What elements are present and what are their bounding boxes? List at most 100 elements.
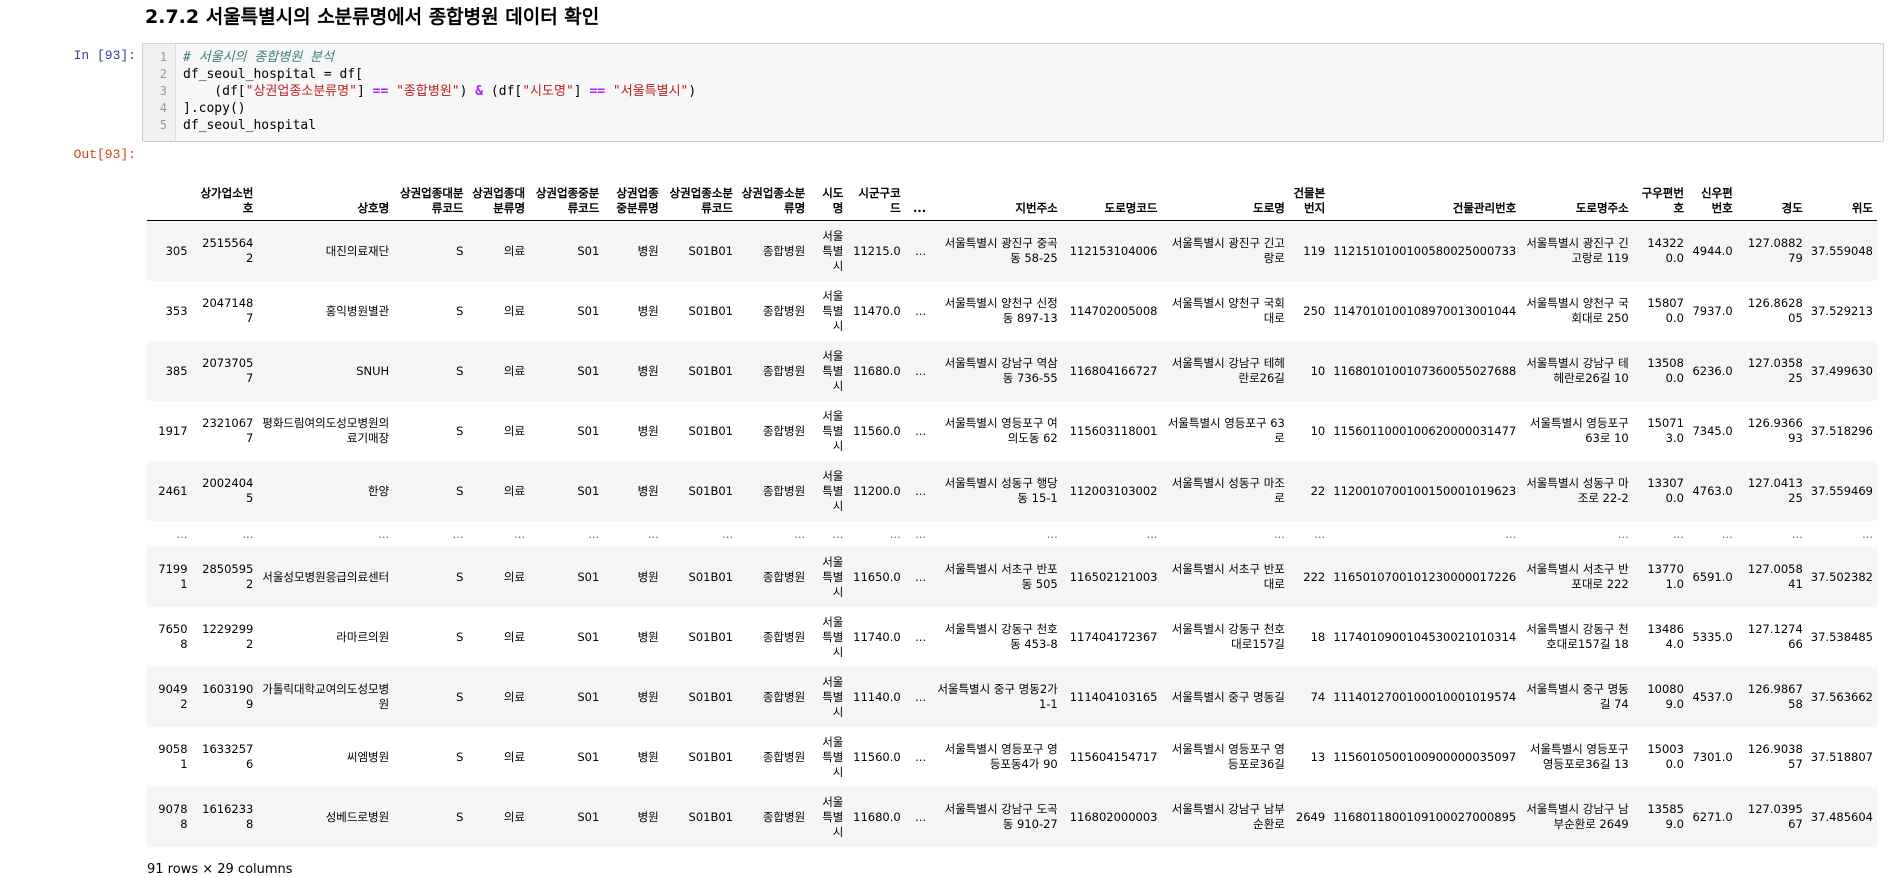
table-cell: ... [915,749,927,764]
table-cell: 18 [1310,629,1326,644]
table-cell: 126.986758 [1736,667,1807,727]
table-cell: S01B01 [688,423,734,438]
column-header: 구우편번호 [1632,160,1688,221]
table-cell: ... [930,521,1062,547]
table-cell: 11650.0 [847,547,905,607]
table-cell: S [393,461,468,521]
line-number: 5 [159,118,167,132]
column-header: 건물관리번호 [1329,160,1521,221]
table-cell: ... [847,521,905,547]
table-cell: 20737057 [191,341,258,401]
table-cell: ... [904,547,931,607]
table-cell: ... [1687,521,1737,547]
code-line[interactable]: (df["상권업종소분류명"] == "종합병원") & (df["시도명"] … [183,83,696,100]
row-index: 90788 [147,787,192,847]
table-cell: 1114012700100010001019574 [1329,667,1521,727]
table-cell: 성베드로병원 [257,787,394,847]
table-cell: 종합병원 [762,423,806,438]
table-cell: 11560.0 [853,749,901,764]
table-cell: 서울특별시 성동구 행당동 15-1 [930,461,1062,521]
table-cell: 4537.0 [1687,667,1737,727]
table-cell: 37.485604 [1806,787,1877,847]
table-cell: 서울특별시 영등포구 63로 [1167,416,1285,445]
table-cell: 137701.0 [1632,547,1688,607]
table-cell: ... [1061,521,1162,547]
row-index: 2461 [147,461,192,521]
row-index: 1917 [158,423,188,438]
table-cell: 서울특별시 중구 명동길 [1161,667,1289,727]
table-cell: S01B01 [688,629,734,644]
table-cell: 서울특별시 [809,787,848,847]
table-cell: S01 [529,220,604,281]
table-cell: 126.936693 [1747,416,1803,445]
code-line[interactable]: ].copy() [183,100,696,117]
table-cell: 127.005841 [1736,547,1807,607]
table-cell: 서울특별시 강동구 천호동 453-8 [944,622,1058,651]
table-cell: 종합병원 [737,341,810,401]
code-line[interactable]: df_seoul_hospital [183,117,696,134]
table-cell: S01 [577,629,600,644]
table-cell: ... [529,521,604,547]
table-cell: S [393,667,468,727]
table-cell: ... [1288,521,1330,547]
table-cell: 143220.0 [1632,220,1688,281]
table-cell: S [456,629,464,644]
table-cell: 127.039567 [1736,787,1807,847]
table-cell: 150030.0 [1647,742,1684,771]
table-cell: SNUH [257,341,394,401]
table-cell: 37.518807 [1810,749,1873,764]
table-cell: ... [915,629,927,644]
table-cell: ... [1736,521,1807,547]
table-cell: 37.502382 [1806,547,1877,607]
table-cell: ... [257,521,394,547]
table-cell: 병원 [637,629,659,644]
table-cell: 대진의료재단 [257,220,394,281]
column-header: 상가업소번호 [191,160,258,221]
table-cell: ... [662,521,738,547]
table-cell: S01 [529,461,604,521]
table-cell: 의료 [503,749,526,764]
table-cell: 37.529213 [1810,303,1873,318]
table-cell: 의료 [503,423,526,438]
code-line[interactable]: # 서울시의 종합병원 분석 [183,49,696,66]
table-cell: 서울특별시 광진구 긴고랑로 [1161,220,1289,281]
table-cell: 37.499630 [1806,341,1877,401]
table-cell: 서울특별시 [809,667,848,727]
table-cell: 씨엠병원 [346,749,390,764]
code-line[interactable]: df_seoul_hospital = df[ [183,66,696,83]
table-cell: ... [915,423,927,438]
table-cell: 37.538485 [1810,629,1873,644]
column-header: 위도 [1806,160,1877,221]
table-cell: 11560.0 [853,423,901,438]
table-cell: 서울특별시 강남구 도곡동 910-27 [930,787,1062,847]
table-cell: 6591.0 [1687,547,1737,607]
table-cell: 라마르의원 [336,629,390,644]
code-editor[interactable]: # 서울시의 종합병원 분석 df_seoul_hospital = df[ (d… [176,44,696,141]
table-row: 90492 16031909 가톨릭대학교여의도성모병원 S 의료 S01 병원 S01B01… [147,667,1877,727]
table-cell: 서울특별시 [809,461,848,521]
table-cell: ... [809,521,848,547]
row-index: 76508 [158,622,188,651]
table-cell: 의료 [467,787,530,847]
table-cell: 37.563662 [1806,667,1877,727]
table-cell: ... [1329,521,1521,547]
table-cell: S01B01 [688,303,734,318]
table-cell: 115603118001 [1069,423,1158,438]
table-cell: 127.088279 [1736,220,1807,281]
table-cell: S01 [529,787,604,847]
table-cell: 11140.0 [847,667,905,727]
table-cell: 서울특별시 [822,288,844,333]
code-cell[interactable]: 1 2 3 4 5 # 서울시의 종합병원 분석 df_seoul_hospital = … [142,43,1884,142]
table-cell: 1156010500100900000035097 [1333,749,1517,764]
table-cell: 서울특별시 성동구 마조로 [1161,461,1289,521]
table-cell: S01 [529,547,604,607]
table-cell: 100809.0 [1632,667,1688,727]
table-cell: 114702005008 [1069,303,1158,318]
table-cell: 의료 [467,667,530,727]
column-header: 시군구코드 [847,160,905,221]
table-cell: 37.518296 [1810,423,1873,438]
table-cell: 서울특별시 양천구 신정동 897-13 [944,296,1058,325]
table-cell: ... [1806,521,1877,547]
table-cell: S [393,787,468,847]
table-cell: ... [904,341,931,401]
